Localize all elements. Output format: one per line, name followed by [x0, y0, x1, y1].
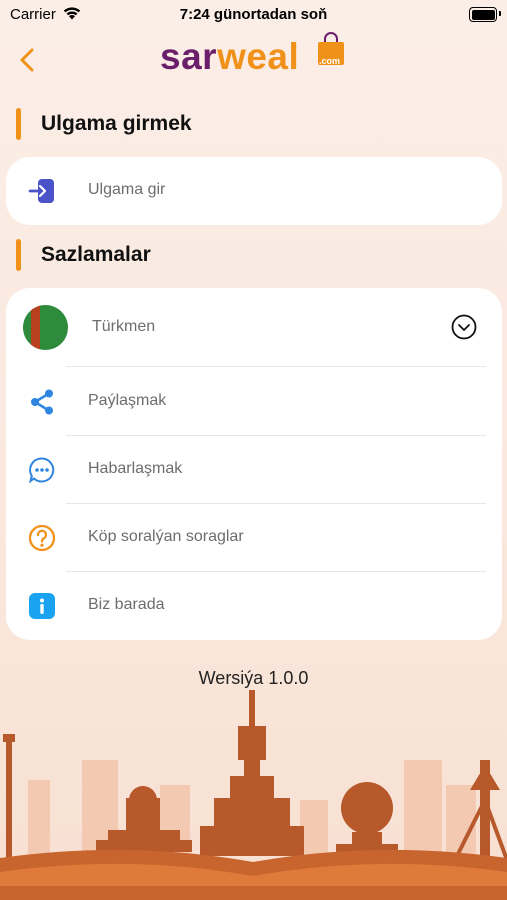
about-row[interactable]: Biz barada — [6, 572, 502, 640]
login-row[interactable]: Ulgama gir — [6, 157, 502, 225]
back-chevron-icon[interactable] — [14, 44, 42, 76]
turkmenistan-flag-icon — [23, 305, 68, 350]
divider — [66, 366, 486, 367]
section-accent-bar — [16, 239, 21, 271]
contact-row[interactable]: Habarlaşmak — [6, 436, 502, 504]
faq-row[interactable]: Köp soralýan soraglar — [6, 504, 502, 572]
chevron-down-circle-icon[interactable] — [451, 314, 477, 340]
share-row[interactable]: Paýlaşmak — [6, 368, 502, 436]
app-logo: sarweal .com — [160, 22, 350, 77]
language-select-row[interactable]: Türkmen — [6, 288, 502, 366]
chat-bubble-icon — [28, 457, 55, 484]
login-label: Ulgama gir — [88, 181, 166, 198]
login-icon — [28, 179, 54, 203]
faq-label: Köp soralýan soraglar — [88, 528, 244, 545]
share-icon — [31, 389, 53, 415]
section-accent-bar — [16, 108, 21, 140]
battery-cap — [499, 11, 501, 16]
share-label: Paýlaşmak — [88, 392, 167, 409]
info-icon — [29, 593, 55, 619]
clock: 7:24 günortadan soň — [179, 6, 328, 23]
login-card: Ulgama gir — [6, 157, 502, 225]
question-icon — [28, 524, 56, 552]
version-label: Wersiýa 1.0.0 — [198, 668, 309, 688]
language-label: Türkmen — [92, 318, 156, 335]
settings-card: Türkmen Paýlaşmak Habarlaşmak Köp soralý… — [6, 288, 502, 640]
city-skyline-illustration — [0, 690, 507, 900]
about-label: Biz barada — [88, 596, 165, 613]
logo-text: sarweal — [160, 36, 300, 77]
login-section-title: Ulgama girmek — [41, 112, 192, 135]
logo-domain: .com — [319, 56, 341, 66]
battery-icon — [469, 7, 497, 22]
settings-section-title: Sazlamalar — [41, 243, 151, 266]
contact-label: Habarlaşmak — [88, 460, 183, 477]
